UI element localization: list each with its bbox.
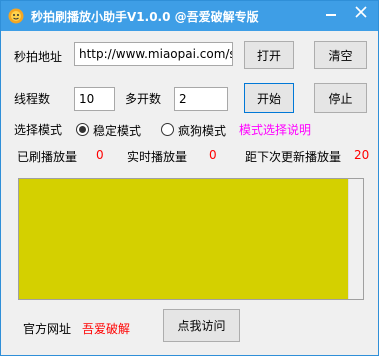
open-button[interactable]: 打开 — [244, 41, 294, 69]
stable-mode-label[interactable]: 稳定模式 — [93, 122, 141, 139]
played-count-value: 0 — [96, 148, 104, 162]
instances-label: 多开数 — [125, 92, 162, 106]
mode-label: 选择模式 — [14, 123, 63, 137]
url-label: 秒拍地址 — [14, 50, 63, 64]
visit-button[interactable]: 点我访问 — [163, 309, 240, 342]
app-logo-icon — [8, 8, 24, 24]
start-button[interactable]: 开始 — [244, 83, 294, 113]
minimize-button[interactable] — [317, 1, 344, 23]
window-title: 秒拍刷播放小助手V1.0.0 @吾爱破解专版 — [31, 10, 259, 24]
played-count-label: 已刷播放量 — [17, 150, 78, 164]
next-update-label: 距下次更新播放量 — [245, 150, 342, 164]
close-button[interactable] — [346, 1, 376, 23]
log-panel[interactable] — [18, 178, 364, 300]
threads-label: 线程数 — [14, 92, 51, 106]
log-scrollbar[interactable] — [348, 179, 363, 299]
crazy-mode-label[interactable]: 疯狗模式 — [178, 122, 226, 139]
clear-button[interactable]: 清空 — [314, 41, 367, 69]
close-icon — [355, 6, 367, 18]
site-label: 官方网址 — [23, 322, 72, 336]
next-update-value: 20 — [354, 148, 370, 162]
site-link[interactable]: 吾爱破解 — [82, 320, 130, 337]
realtime-count-value: 0 — [209, 148, 217, 162]
title-bar[interactable]: 秒拍刷播放小助手V1.0.0 @吾爱破解专版 — [1, 1, 378, 31]
app-window: 秒拍刷播放小助手V1.0.0 @吾爱破解专版 秒拍地址 http://www.m… — [0, 0, 379, 356]
mode-help-link[interactable]: 模式选择说明 — [239, 121, 311, 138]
crazy-mode-radio[interactable] — [161, 123, 174, 136]
minimize-icon — [325, 14, 336, 16]
url-input[interactable]: http://www.miaopai.com/sh — [74, 42, 233, 66]
stop-button[interactable]: 停止 — [314, 83, 367, 113]
realtime-count-label: 实时播放量 — [127, 150, 188, 164]
instances-input[interactable]: 2 — [174, 87, 228, 111]
threads-input[interactable]: 10 — [74, 87, 115, 111]
stable-mode-radio[interactable] — [76, 123, 89, 136]
